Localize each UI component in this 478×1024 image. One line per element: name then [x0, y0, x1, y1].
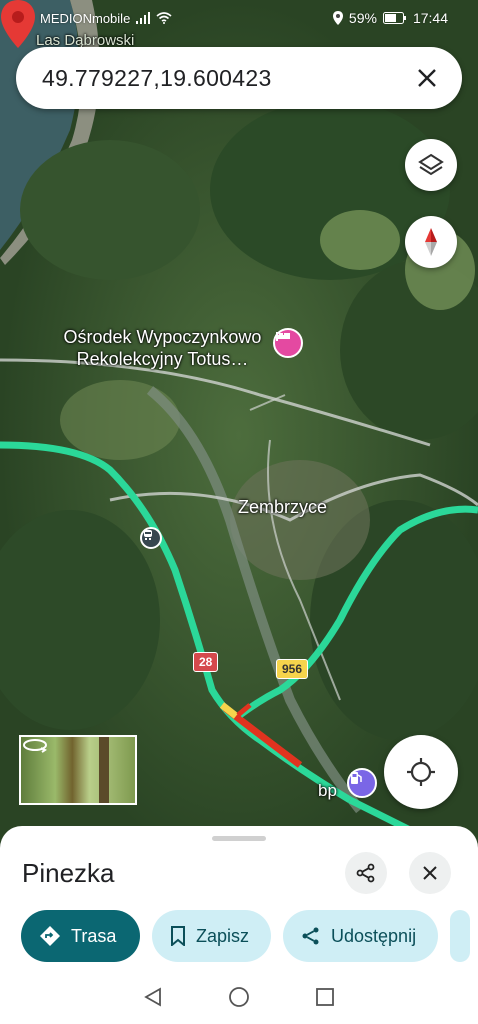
map-label-place[interactable]: Ośrodek Wypoczynkowo Rekolekcyjny Totus…	[50, 326, 275, 370]
recents-icon[interactable]	[314, 986, 336, 1008]
status-bar: MEDIONmobile 59% 17:44	[0, 0, 478, 36]
signal-icon	[136, 12, 151, 24]
carrier-name: MEDIONmobile	[40, 10, 131, 26]
search-query[interactable]: 49.779227,19.600423	[42, 65, 272, 92]
directions-button[interactable]: Trasa	[21, 910, 140, 962]
action-chips: Trasa Zapisz Udostępnij	[21, 910, 471, 962]
share-label: Udostępnij	[331, 925, 417, 946]
map-label-town[interactable]: Zembrzyce	[238, 496, 327, 518]
share-icon	[302, 927, 319, 945]
home-icon[interactable]	[228, 986, 250, 1008]
wifi-icon	[156, 12, 172, 24]
layers-icon	[418, 153, 444, 176]
bookmark-icon	[171, 926, 185, 946]
compass-icon	[425, 228, 437, 256]
tree-trunk	[99, 737, 109, 803]
battery-percent: 59%	[348, 10, 377, 26]
hotel-icon[interactable]	[273, 328, 303, 358]
directions-label: Trasa	[71, 925, 117, 946]
my-location-icon	[407, 758, 435, 786]
sheet-drag-handle[interactable]	[212, 836, 266, 841]
search-bar[interactable]: 49.779227,19.600423	[16, 47, 462, 109]
compass-button[interactable]	[405, 216, 457, 268]
my-location-button[interactable]	[384, 735, 458, 809]
save-button[interactable]: Zapisz	[152, 910, 272, 962]
battery-icon	[382, 12, 406, 24]
clock: 17:44	[412, 10, 448, 26]
share-action-button[interactable]: Udostępnij	[283, 910, 439, 962]
close-icon[interactable]	[414, 65, 440, 91]
close-sheet-button[interactable]	[409, 852, 451, 894]
map-label-gas[interactable]: bp	[318, 780, 337, 802]
share-button[interactable]	[345, 852, 387, 894]
system-nav-bar	[0, 970, 478, 1024]
street-view-thumbnail[interactable]	[19, 735, 137, 805]
location-icon	[332, 11, 343, 25]
more-actions-chip[interactable]	[450, 910, 471, 962]
back-icon[interactable]	[142, 986, 164, 1008]
gas-station-icon[interactable]	[347, 768, 377, 798]
save-label: Zapisz	[196, 925, 250, 946]
place-title: Pinezka	[22, 858, 115, 888]
train-icon[interactable]	[140, 527, 162, 549]
road-badge-956: 956	[276, 659, 309, 679]
place-sheet[interactable]: Pinezka Trasa Zapisz Udostępnij	[0, 826, 478, 970]
road-badge-28: 28	[193, 652, 219, 672]
directions-icon	[40, 926, 60, 946]
layers-button[interactable]	[405, 139, 457, 191]
rotate-360-icon	[23, 739, 47, 753]
close-icon	[423, 866, 437, 880]
share-icon	[356, 863, 375, 883]
